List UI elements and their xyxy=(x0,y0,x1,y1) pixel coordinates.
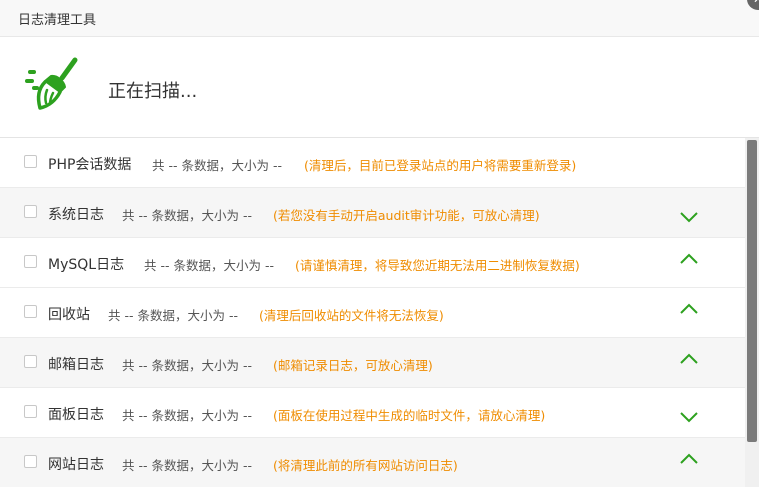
item-note: (若您没有手动开启audit审计功能，可放心清理) xyxy=(273,208,540,223)
item-name: 系统日志 xyxy=(48,207,104,223)
title-bar: 日志清理工具 xyxy=(0,0,759,37)
scrollbar-thumb[interactable] xyxy=(747,140,757,442)
chevron-up-icon[interactable] xyxy=(678,352,700,366)
chevron-down-icon[interactable] xyxy=(678,410,700,424)
window-title: 日志清理工具 xyxy=(18,13,97,28)
list-item-recycle-bin[interactable]: 回收站 共 -- 条数据，大小为 -- (清理后回收站的文件将无法恢复) xyxy=(0,288,745,338)
item-name: 网站日志 xyxy=(48,457,104,473)
item-note: (请谨慎清理，将导致您近期无法用二进制恢复数据) xyxy=(295,258,580,273)
checkbox[interactable] xyxy=(24,155,37,168)
list-item-system-log[interactable]: 系统日志 共 -- 条数据，大小为 -- (若您没有手动开启audit审计功能，… xyxy=(0,188,745,238)
chevron-up-icon[interactable] xyxy=(678,302,700,316)
item-note: (将清理此前的所有网站访问日志) xyxy=(273,458,458,473)
log-category-list: PHP会话数据 共 -- 条数据，大小为 -- (清理后，目前已登录站点的用户将… xyxy=(0,138,745,487)
item-name: 回收站 xyxy=(48,307,90,323)
list-item-panel-log[interactable]: 面板日志 共 -- 条数据，大小为 -- (面板在使用过程中生成的临时文件，请放… xyxy=(0,388,745,438)
item-name: 面板日志 xyxy=(48,407,104,423)
item-stats: 共 -- 条数据，大小为 -- xyxy=(122,208,252,223)
list-item-website-log[interactable]: 网站日志 共 -- 条数据，大小为 -- (将清理此前的所有网站访问日志) xyxy=(0,438,745,487)
list-item-php-session[interactable]: PHP会话数据 共 -- 条数据，大小为 -- (清理后，目前已登录站点的用户将… xyxy=(0,138,745,188)
chevron-up-icon[interactable] xyxy=(678,252,700,266)
chevron-up-icon[interactable] xyxy=(678,452,700,466)
item-note: (面板在使用过程中生成的临时文件，请放心清理) xyxy=(273,408,546,423)
item-note: (清理后，目前已登录站点的用户将需要重新登录) xyxy=(304,158,577,173)
item-stats: 共 -- 条数据，大小为 -- xyxy=(108,308,238,323)
vertical-scrollbar[interactable] xyxy=(745,138,759,487)
item-note: (邮箱记录日志，可放心清理) xyxy=(273,358,433,373)
item-stats: 共 -- 条数据，大小为 -- xyxy=(152,158,282,173)
checkbox[interactable] xyxy=(24,255,37,268)
item-name: PHP会话数据 xyxy=(48,157,132,173)
list-item-mail-log[interactable]: 邮箱日志 共 -- 条数据，大小为 -- (邮箱记录日志，可放心清理) xyxy=(0,338,745,388)
broom-icon xyxy=(25,57,78,110)
chevron-down-icon[interactable] xyxy=(678,210,700,224)
item-stats: 共 -- 条数据，大小为 -- xyxy=(144,258,274,273)
log-cleanup-dialog: 日志清理工具 ✕ 正在扫描... PHP会话数据 共 -- 条数据，大小为 --… xyxy=(0,0,759,487)
list-item-mysql-log[interactable]: MySQL日志 共 -- 条数据，大小为 -- (请谨慎清理，将导致您近期无法用… xyxy=(0,238,745,288)
checkbox[interactable] xyxy=(24,305,37,318)
item-name: 邮箱日志 xyxy=(48,357,104,373)
scan-status-text: 正在扫描... xyxy=(108,81,198,102)
checkbox[interactable] xyxy=(24,455,37,468)
checkbox[interactable] xyxy=(24,405,37,418)
item-name: MySQL日志 xyxy=(48,257,125,273)
scan-header: 正在扫描... xyxy=(0,37,759,138)
item-stats: 共 -- 条数据，大小为 -- xyxy=(122,358,252,373)
checkbox[interactable] xyxy=(24,355,37,368)
item-note: (清理后回收站的文件将无法恢复) xyxy=(259,308,444,323)
item-stats: 共 -- 条数据，大小为 -- xyxy=(122,408,252,423)
item-stats: 共 -- 条数据，大小为 -- xyxy=(122,458,252,473)
checkbox[interactable] xyxy=(24,205,37,218)
